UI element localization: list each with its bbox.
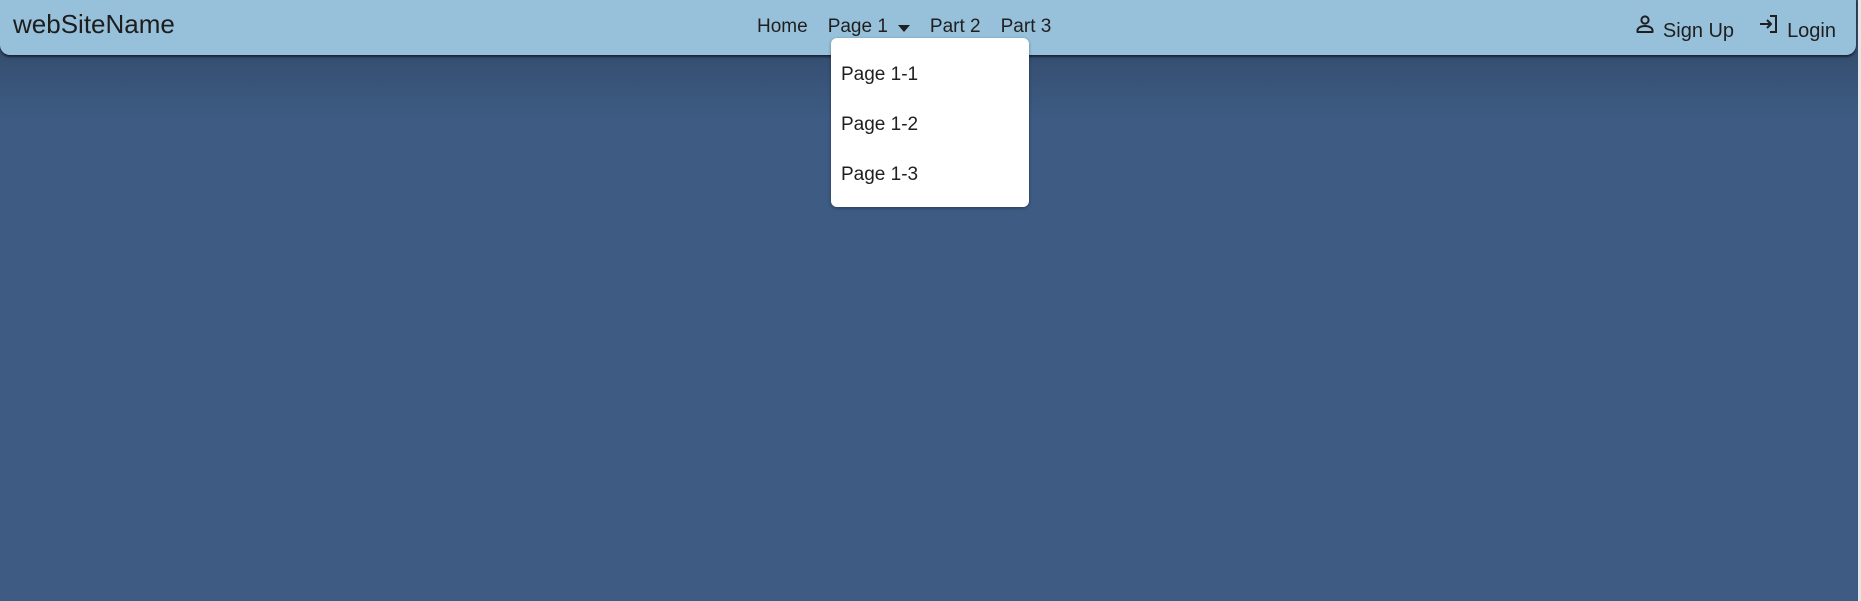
nav-links: Home Page 1 Part 2 Part 3 xyxy=(757,16,1051,38)
signup-link[interactable]: Sign Up xyxy=(1633,12,1734,43)
nav-part2[interactable]: Part 2 xyxy=(930,16,981,38)
signup-label: Sign Up xyxy=(1662,20,1735,42)
page1-dropdown-menu: Page 1-1 Page 1-2 Page 1-3 xyxy=(831,38,1029,207)
nav-actions: Sign Up Login xyxy=(1633,12,1836,43)
site-brand[interactable]: webSiteName xyxy=(13,9,175,40)
nav-page1-dropdown[interactable]: Page 1 xyxy=(828,16,910,38)
dropdown-item-page-1-1[interactable]: Page 1-1 xyxy=(841,64,918,86)
person-icon xyxy=(1636,15,1654,33)
dropdown-item-page-1-3[interactable]: Page 1-3 xyxy=(841,164,918,186)
nav-home[interactable]: Home xyxy=(757,16,808,38)
login-label: Login xyxy=(1787,20,1836,42)
dropdown-item-page-1-2[interactable]: Page 1-2 xyxy=(841,114,918,136)
login-icon xyxy=(1760,15,1778,33)
nav-part3[interactable]: Part 3 xyxy=(1001,16,1052,38)
login-link[interactable]: Login xyxy=(1757,12,1836,43)
nav-page1-label: Page 1 xyxy=(827,16,888,37)
caret-down-icon xyxy=(897,24,910,32)
